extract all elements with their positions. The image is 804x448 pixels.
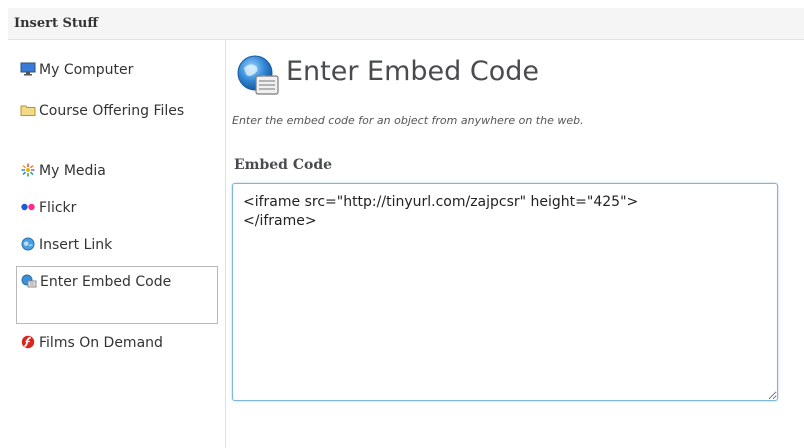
sidebar-item-flickr[interactable]: Flickr	[16, 198, 218, 219]
sidebar-item-label: Films On Demand	[39, 335, 163, 351]
sidebar-item-course-offering-files[interactable]: Course Offering Files	[16, 101, 218, 122]
embed-code-textarea[interactable]: <iframe src="http://tinyurl.com/zajpcsr"…	[232, 183, 778, 401]
page-description: Enter the embed code for an object from …	[232, 114, 584, 127]
sidebar-item-films-on-demand[interactable]: Films On Demand	[16, 333, 218, 354]
dialog-header: Insert Stuff	[8, 8, 804, 40]
sidebar: My Computer Course Offering Files My Med…	[8, 40, 226, 448]
sidebar-item-label: My Media	[39, 163, 106, 179]
films-on-demand-icon	[20, 335, 36, 349]
sidebar-item-label: Insert Link	[39, 237, 113, 253]
folder-icon	[20, 103, 36, 117]
sidebar-item-enter-embed-code[interactable]: Enter Embed Code	[16, 266, 218, 324]
embed-code-label: Embed Code	[234, 157, 333, 173]
sidebar-item-label: Course Offering Files	[39, 103, 185, 119]
sidebar-item-label: My Computer	[39, 62, 134, 78]
globe-code-icon	[236, 54, 280, 103]
sidebar-item-my-media[interactable]: My Media	[16, 161, 218, 182]
sidebar-item-insert-link[interactable]: Insert Link	[16, 235, 218, 256]
page-title-text: Enter Embed Code	[286, 56, 540, 87]
sidebar-item-my-computer[interactable]: My Computer	[16, 60, 218, 81]
sidebar-item-label: Enter Embed Code	[40, 274, 172, 290]
pinwheel-icon	[20, 163, 36, 177]
flickr-dots-icon	[20, 200, 36, 214]
sidebar-item-label: Flickr	[39, 200, 77, 216]
monitor-icon	[20, 62, 36, 76]
globe-link-icon	[20, 237, 36, 251]
globe-code-icon	[21, 274, 37, 288]
dialog-title: Insert Stuff	[14, 16, 99, 31]
